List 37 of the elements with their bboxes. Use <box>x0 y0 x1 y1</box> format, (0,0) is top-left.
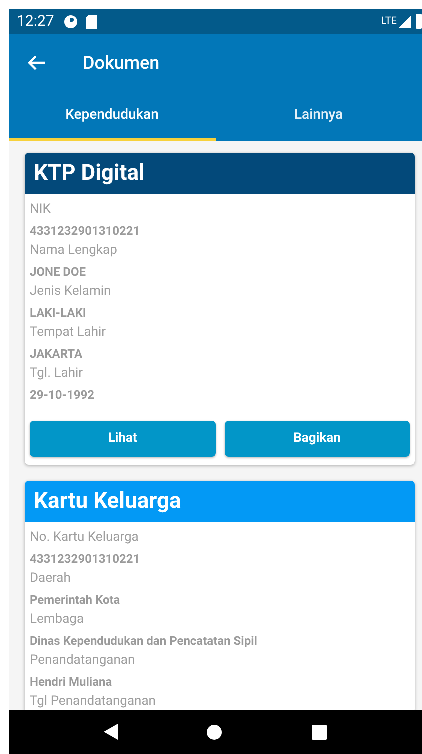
card-title: Kartu Keluarga <box>25 481 415 522</box>
tab[interactable]: Lainnya <box>216 92 422 141</box>
field-label: No. Kartu Keluarga <box>30 529 140 547</box>
field-value: 29-10-1992 <box>30 386 96 404</box>
status-time: 12:27 <box>17 11 54 32</box>
notification-icon <box>64 14 78 28</box>
sd-card-icon <box>86 14 98 28</box>
signal-icon <box>399 16 411 28</box>
field-label: Tgl Penandatanganan <box>30 693 157 710</box>
action-button[interactable]: Bagikan <box>224 421 410 457</box>
field-label: Jenis Kelamin <box>30 283 112 301</box>
action-button[interactable]: Lihat <box>30 421 216 457</box>
battery-icon <box>416 14 422 29</box>
field-label: Nama Lengkap <box>30 242 118 260</box>
back-button[interactable] <box>27 53 47 73</box>
field-value: JONE DOE <box>30 264 87 280</box>
field-label: Lembaga <box>30 611 86 629</box>
field-label: Penandatanganan <box>30 652 136 670</box>
field-label: Tempat Lahir <box>30 324 108 342</box>
field-value: Dinas Kependudukan dan Pencatatan Sipil <box>30 632 258 650</box>
field-label: Daerah <box>30 570 72 588</box>
screen-title: Dokumen <box>83 52 160 76</box>
field-value: Pemerintah Kota <box>30 592 122 608</box>
field-value: JAKARTA <box>30 346 84 362</box>
card-title: KTP Digital <box>25 153 415 194</box>
back-arrow-icon <box>28 55 46 71</box>
field-value: LAKI-LAKI <box>30 304 88 322</box>
field-label: NIK <box>30 201 52 219</box>
back-icon[interactable] <box>104 724 118 740</box>
tab[interactable]: Kependudukan <box>9 92 216 141</box>
recents-icon[interactable] <box>312 724 328 740</box>
field-label: Tgl. Lahir <box>30 365 84 383</box>
field-value: 4331232901310221 <box>30 550 142 568</box>
field-value: 4331232901310221 <box>30 222 142 240</box>
home-icon[interactable] <box>207 724 222 740</box>
field-value: Hendri Muliana <box>30 674 114 690</box>
network-type: LTE <box>381 15 397 29</box>
